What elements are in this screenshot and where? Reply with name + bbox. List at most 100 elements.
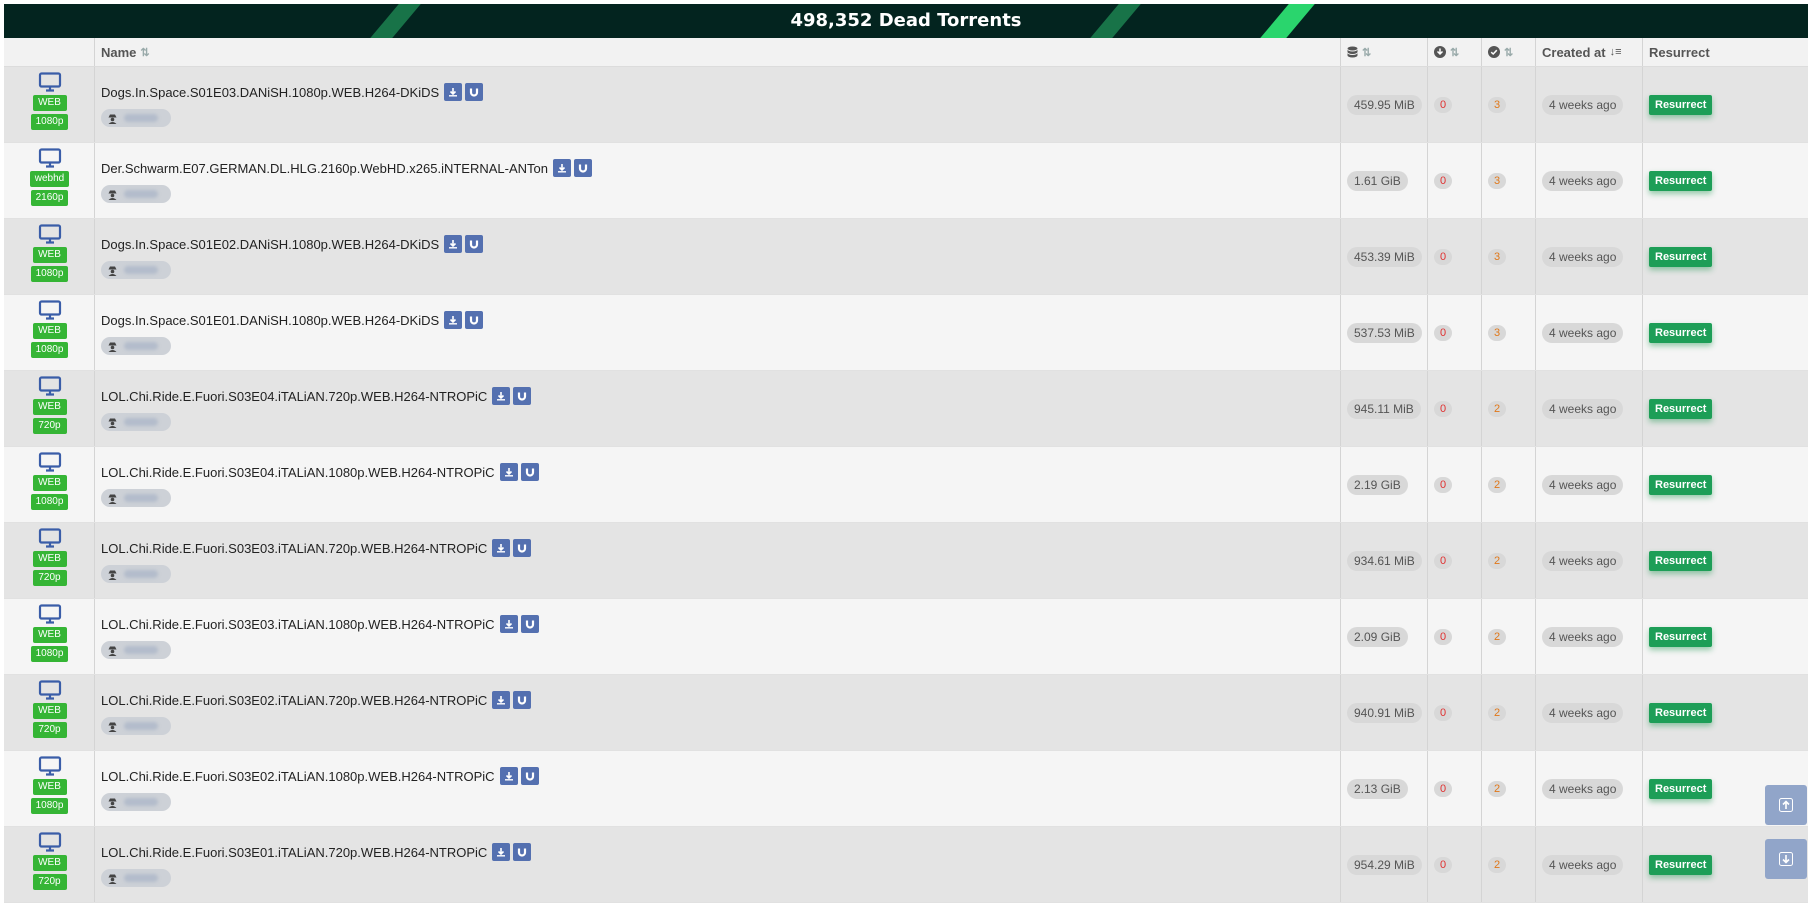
torrent-name-link[interactable]: LOL.Chi.Ride.E.Fuori.S03E03.iTALiAN.720p… [101,541,487,556]
uploader-badge[interactable] [101,641,171,659]
resurrect-button[interactable]: Resurrect [1649,246,1713,267]
download-button[interactable] [492,691,511,709]
download-button[interactable] [444,83,463,101]
magnet-button[interactable] [465,235,484,253]
seeders-count[interactable]: 3 [1488,96,1507,113]
type-badge[interactable]: WEB [32,779,67,795]
uploader-badge[interactable] [101,413,171,431]
seeders-count[interactable]: 2 [1488,704,1507,721]
tv-monitor-icon[interactable] [38,376,62,396]
seeders-count[interactable]: 2 [1488,628,1507,645]
resurrect-button[interactable]: Resurrect [1649,94,1713,115]
magnet-button[interactable] [520,615,539,633]
resurrect-button[interactable]: Resurrect [1649,170,1713,191]
header-leechers[interactable]: ⇅ [1428,38,1482,66]
download-button[interactable] [444,235,463,253]
type-badge[interactable]: WEB [32,95,67,111]
torrent-name-link[interactable]: LOL.Chi.Ride.E.Fuori.S03E03.iTALiAN.1080… [101,617,495,632]
tv-monitor-icon[interactable] [38,680,62,700]
type-badge[interactable]: WEB [32,703,67,719]
uploader-badge[interactable] [101,869,171,887]
resolution-badge[interactable]: 1080p [30,342,69,358]
tv-monitor-icon[interactable] [38,148,62,168]
tv-monitor-icon[interactable] [38,72,62,92]
download-button[interactable] [492,843,511,861]
seeders-count[interactable]: 2 [1488,400,1507,417]
torrent-name-link[interactable]: Dogs.In.Space.S01E02.DANiSH.1080p.WEB.H2… [101,237,439,252]
leechers-count[interactable]: 0 [1434,856,1453,873]
type-badge[interactable]: WEB [32,399,67,415]
resurrect-button[interactable]: Resurrect [1649,550,1713,571]
scroll-bottom-button[interactable] [1765,839,1807,879]
leechers-count[interactable]: 0 [1434,96,1453,113]
header-size[interactable]: ⇅ [1341,38,1428,66]
header-seeders[interactable]: ⇅ [1482,38,1536,66]
resurrect-button[interactable]: Resurrect [1649,778,1713,799]
uploader-badge[interactable] [101,337,171,355]
uploader-badge[interactable] [101,185,171,203]
resolution-badge[interactable]: 720p [32,570,67,586]
leechers-count[interactable]: 0 [1434,400,1453,417]
resurrect-button[interactable]: Resurrect [1649,854,1713,875]
leechers-count[interactable]: 0 [1434,172,1453,189]
seeders-count[interactable]: 2 [1488,856,1507,873]
tv-monitor-icon[interactable] [38,224,62,244]
leechers-count[interactable]: 0 [1434,628,1453,645]
resolution-badge[interactable]: 720p [32,874,67,890]
torrent-name-link[interactable]: LOL.Chi.Ride.E.Fuori.S03E01.iTALiAN.720p… [101,845,487,860]
leechers-count[interactable]: 0 [1434,704,1453,721]
resolution-badge[interactable]: 720p [32,722,67,738]
magnet-button[interactable] [465,311,484,329]
torrent-name-link[interactable]: Dogs.In.Space.S01E03.DANiSH.1080p.WEB.H2… [101,85,439,100]
download-button[interactable] [499,615,518,633]
type-badge[interactable]: WEB [32,323,67,339]
resolution-badge[interactable]: 2160p [30,190,69,206]
seeders-count[interactable]: 2 [1488,552,1507,569]
header-created-at[interactable]: Created at ↓≡ [1536,38,1643,66]
resurrect-button[interactable]: Resurrect [1649,702,1713,723]
resolution-badge[interactable]: 1080p [30,798,69,814]
scroll-top-button[interactable] [1765,785,1807,825]
header-name[interactable]: Name ⇅ [95,38,1341,66]
magnet-button[interactable] [520,767,539,785]
resolution-badge[interactable]: 1080p [30,266,69,282]
download-button[interactable] [492,387,511,405]
magnet-button[interactable] [465,83,484,101]
torrent-name-link[interactable]: LOL.Chi.Ride.E.Fuori.S03E04.iTALiAN.1080… [101,465,495,480]
seeders-count[interactable]: 3 [1488,324,1507,341]
uploader-badge[interactable] [101,793,171,811]
tv-monitor-icon[interactable] [38,300,62,320]
tv-monitor-icon[interactable] [38,832,62,852]
leechers-count[interactable]: 0 [1434,780,1453,797]
resurrect-button[interactable]: Resurrect [1649,398,1713,419]
tv-monitor-icon[interactable] [38,528,62,548]
uploader-badge[interactable] [101,109,171,127]
torrent-name-link[interactable]: Der.Schwarm.E07.GERMAN.DL.HLG.2160p.WebH… [101,161,548,176]
tv-monitor-icon[interactable] [38,604,62,624]
uploader-badge[interactable] [101,489,171,507]
type-badge[interactable]: WEB [32,247,67,263]
magnet-button[interactable] [513,539,532,557]
leechers-count[interactable]: 0 [1434,552,1453,569]
resurrect-button[interactable]: Resurrect [1649,474,1713,495]
leechers-count[interactable]: 0 [1434,324,1453,341]
seeders-count[interactable]: 2 [1488,476,1507,493]
magnet-button[interactable] [513,691,532,709]
magnet-button[interactable] [513,843,532,861]
download-button[interactable] [499,463,518,481]
torrent-name-link[interactable]: LOL.Chi.Ride.E.Fuori.S03E04.iTALiAN.720p… [101,389,487,404]
magnet-button[interactable] [573,159,592,177]
download-button[interactable] [444,311,463,329]
type-badge[interactable]: webhd [29,171,70,187]
resolution-badge[interactable]: 1080p [30,646,69,662]
leechers-count[interactable]: 0 [1434,476,1453,493]
seeders-count[interactable]: 3 [1488,248,1507,265]
resolution-badge[interactable]: 720p [32,418,67,434]
seeders-count[interactable]: 3 [1488,172,1507,189]
type-badge[interactable]: WEB [32,551,67,567]
type-badge[interactable]: WEB [32,475,67,491]
leechers-count[interactable]: 0 [1434,248,1453,265]
magnet-button[interactable] [513,387,532,405]
download-button[interactable] [492,539,511,557]
resurrect-button[interactable]: Resurrect [1649,626,1713,647]
